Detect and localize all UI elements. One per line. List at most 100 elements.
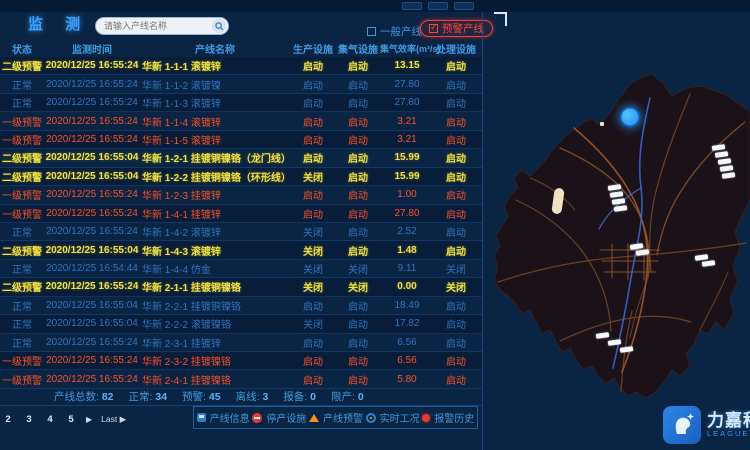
general-lines-label: 一般产线 bbox=[380, 24, 422, 39]
table-row[interactable]: 二级预警2020/12/25 16:55:04华新 1-2-2 挂镀铜镍铬（环形… bbox=[0, 168, 482, 186]
cell-treat: 启动 bbox=[434, 187, 478, 202]
cell-eff: 2.52 bbox=[380, 226, 434, 237]
cell-prod: 启动 bbox=[290, 187, 336, 202]
cell-gas: 启动 bbox=[336, 335, 380, 350]
cell-time: 2020/12/25 16:55:24 bbox=[44, 374, 140, 385]
cell-status: 正常 bbox=[0, 298, 44, 313]
search-box[interactable] bbox=[95, 17, 229, 35]
legend-item-flag[interactable]: 产线信息 bbox=[197, 410, 250, 425]
table-row[interactable]: 一级预警2020/12/25 16:55:24华新 1-4-1 挂镀锌启动启动2… bbox=[0, 205, 482, 223]
cell-gas: 启动 bbox=[336, 353, 380, 368]
cell-time: 2020/12/25 16:55:24 bbox=[44, 337, 140, 348]
legend-label: 产线信息 bbox=[210, 410, 250, 425]
summary-item: 离线: 3 bbox=[236, 389, 269, 404]
search-icon[interactable] bbox=[212, 19, 226, 33]
cell-time: 2020/12/25 16:55:24 bbox=[44, 189, 140, 200]
cell-time: 2020/12/25 16:54:44 bbox=[44, 263, 140, 274]
table-row[interactable]: 二级预警2020/12/25 16:55:04华新 1-2-1 挂镀铜镍铬（龙门… bbox=[0, 149, 482, 167]
cell-prod: 启动 bbox=[290, 353, 336, 368]
table-row[interactable]: 正常2020/12/25 16:55:24华新 1-4-2 滚镀锌关闭启动2.5… bbox=[0, 223, 482, 241]
cell-status: 一级预警 bbox=[0, 372, 44, 387]
cell-treat: 启动 bbox=[434, 150, 478, 165]
cell-prod: 启动 bbox=[290, 58, 336, 73]
cell-eff: 1.00 bbox=[380, 189, 434, 200]
window-tab[interactable] bbox=[454, 2, 474, 10]
column-header: 集气效率(m³/s) bbox=[380, 42, 434, 55]
legend-item-tri[interactable]: 产线预警 bbox=[309, 410, 363, 425]
page-number[interactable]: 5 bbox=[65, 414, 77, 425]
cell-status: 正常 bbox=[0, 224, 44, 239]
cell-prod: 启动 bbox=[290, 150, 336, 165]
cell-status: 一级预警 bbox=[0, 114, 44, 129]
legend-label: 实时工况 bbox=[380, 410, 420, 425]
cell-name: 华新 2-4-1 挂镀镍铬 bbox=[140, 372, 290, 387]
table-row[interactable]: 二级预警2020/12/25 16:55:04华新 1-4-3 滚镀锌关闭启动1… bbox=[0, 241, 482, 259]
window-tab[interactable] bbox=[402, 2, 422, 10]
cell-treat: 启动 bbox=[434, 169, 478, 184]
cell-status: 二级预警 bbox=[0, 58, 44, 73]
device-location-marker[interactable] bbox=[620, 107, 641, 128]
next-page-icon[interactable]: ▶ bbox=[86, 415, 92, 424]
cell-prod: 启动 bbox=[290, 298, 336, 313]
cell-status: 一级预警 bbox=[0, 206, 44, 221]
cell-name: 华新 2-3-1 挂镀锌 bbox=[140, 335, 290, 350]
cell-gas: 启动 bbox=[336, 77, 380, 92]
general-lines-checkbox[interactable]: 一般产线 bbox=[367, 24, 422, 39]
table-row[interactable]: 正常2020/12/25 16:54:44华新 1-4-4 仿金关闭关闭9.11… bbox=[0, 260, 482, 278]
cell-prod: 关闭 bbox=[290, 224, 336, 239]
cell-eff: 15.99 bbox=[380, 171, 434, 182]
cell-name: 华新 1-1-4 滚镀锌 bbox=[140, 114, 290, 129]
cell-eff: 18.49 bbox=[380, 300, 434, 311]
table-row[interactable]: 正常2020/12/25 16:55:24华新 1-1-3 滚镀锌启动启动27.… bbox=[0, 94, 482, 112]
table-row[interactable]: 二级预警2020/12/25 16:55:24华新 2-1-1 挂镀铜镍铬关闭关… bbox=[0, 278, 482, 296]
search-input[interactable] bbox=[104, 21, 212, 31]
cell-gas: 启动 bbox=[336, 150, 380, 165]
cell-eff: 0.00 bbox=[380, 281, 434, 292]
table-row[interactable]: 一级预警2020/12/25 16:55:24华新 2-4-1 挂镀镍铬启动启动… bbox=[0, 370, 482, 388]
table-row[interactable]: 一级预警2020/12/25 16:55:24华新 1-2-3 挂镀锌启动启动1… bbox=[0, 186, 482, 204]
table-row[interactable]: 正常2020/12/25 16:55:04华新 2-2-2 滚镀镍铬关闭启动17… bbox=[0, 315, 482, 333]
table-row[interactable]: 正常2020/12/25 16:55:04华新 2-2-1 挂镀铜镍铬启动启动1… bbox=[0, 297, 482, 315]
table-row[interactable]: 一级预警2020/12/25 16:55:24华新 1-1-5 滚镀锌启动启动3… bbox=[0, 131, 482, 149]
cell-name: 华新 1-2-1 挂镀铜镍铬（龙门线） bbox=[140, 150, 290, 165]
cell-gas: 启动 bbox=[336, 169, 380, 184]
table-row[interactable]: 正常2020/12/25 16:55:24华新 2-3-1 挂镀锌启动启动6.5… bbox=[0, 334, 482, 352]
legend-item-dot[interactable]: 报警历史 bbox=[422, 410, 474, 425]
cell-name: 华新 2-3-2 挂镀镍铬 bbox=[140, 353, 290, 368]
page-title: 监 测 bbox=[28, 13, 89, 34]
page-number[interactable]: 3 bbox=[23, 414, 35, 425]
cell-status: 一级预警 bbox=[0, 353, 44, 368]
table-header-row: 状态监测时间产线名称生产设施集气设施集气效率(m³/s)处理设施 bbox=[0, 40, 482, 57]
table-row[interactable]: 正常2020/12/25 16:55:24华新 1-1-2 滚镀镍启动启动27.… bbox=[0, 75, 482, 93]
legend-item-gauge[interactable]: 实时工况 bbox=[366, 410, 420, 425]
dot-icon bbox=[422, 414, 430, 422]
page-number[interactable]: 4 bbox=[44, 414, 56, 425]
legend-item-stop[interactable]: 停产设施 bbox=[252, 410, 306, 425]
checkbox-icon[interactable] bbox=[367, 27, 376, 36]
page-number[interactable]: 2 bbox=[2, 414, 14, 425]
cell-time: 2020/12/25 16:55:24 bbox=[44, 79, 140, 90]
cell-gas: 关闭 bbox=[336, 261, 380, 276]
column-header: 产线名称 bbox=[140, 41, 290, 56]
window-tab[interactable] bbox=[428, 2, 448, 10]
cell-prod: 启动 bbox=[290, 335, 336, 350]
warning-lines-label: 预警产线 bbox=[442, 21, 484, 36]
summary-bar: 产线总数: 82正常: 34预警: 45离线: 3报备: 0限产: 0 bbox=[0, 388, 482, 405]
table-row[interactable]: 一级预警2020/12/25 16:55:24华新 2-3-2 挂镀镍铬启动启动… bbox=[0, 352, 482, 370]
cell-prod: 关闭 bbox=[290, 316, 336, 331]
column-header: 集气设施 bbox=[336, 41, 380, 56]
cell-time: 2020/12/25 16:55:04 bbox=[44, 171, 140, 182]
cell-name: 华新 1-1-5 滚镀锌 bbox=[140, 132, 290, 147]
last-page-button[interactable]: Last ▶ bbox=[101, 414, 126, 425]
cell-status: 二级预警 bbox=[0, 279, 44, 294]
table-row[interactable]: 二级预警2020/12/25 16:55:24华新 1-1-1 滚镀锌启动启动1… bbox=[0, 57, 482, 75]
cell-status: 二级预警 bbox=[0, 243, 44, 258]
summary-item: 报备: 0 bbox=[283, 389, 316, 404]
district-map[interactable] bbox=[482, 12, 750, 450]
cell-status: 一级预警 bbox=[0, 132, 44, 147]
table-row[interactable]: 一级预警2020/12/25 16:55:24华新 1-1-4 滚镀锌启动启动3… bbox=[0, 112, 482, 130]
cell-eff: 6.56 bbox=[380, 355, 434, 366]
cell-eff: 17.82 bbox=[380, 318, 434, 329]
cell-time: 2020/12/25 16:55:24 bbox=[44, 116, 140, 127]
table-body: 二级预警2020/12/25 16:55:24华新 1-1-1 滚镀锌启动启动1… bbox=[0, 57, 482, 389]
